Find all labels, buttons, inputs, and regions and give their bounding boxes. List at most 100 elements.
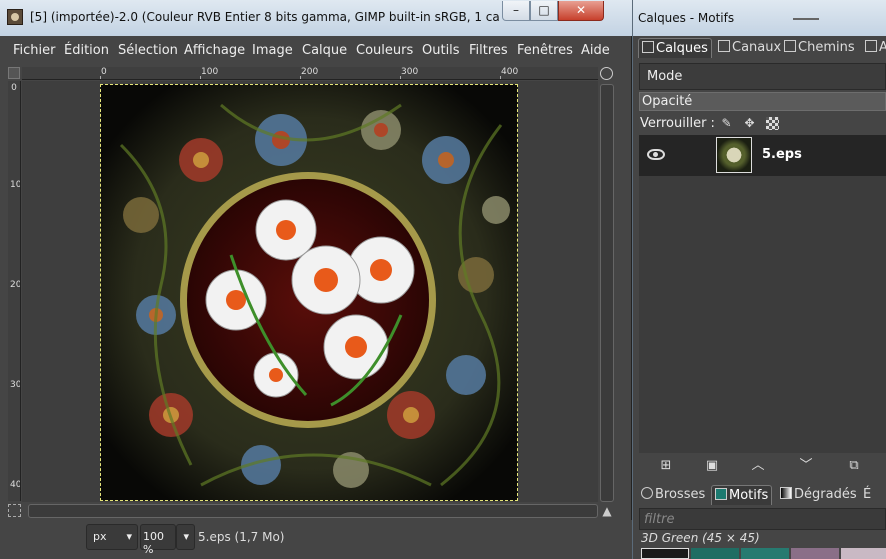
ruler-label: 200 <box>10 280 21 290</box>
canvas-area[interactable] <box>22 81 598 502</box>
menu-fichier[interactable]: Fichier <box>13 43 56 58</box>
ruler-label: 200 <box>301 67 319 77</box>
menu-calque[interactable]: Calque <box>302 43 347 58</box>
layers-icon <box>642 41 654 53</box>
horizontal-ruler[interactable]: 0 100 200 300 400 <box>22 67 598 80</box>
vertical-ruler[interactable]: 0 100 200 300 400 <box>8 81 21 501</box>
lock-pixels-icon[interactable]: ✎ <box>720 117 733 130</box>
tab-label: Au <box>879 40 886 55</box>
menu-affichage[interactable]: Affichage <box>184 43 245 58</box>
zoom-select[interactable]: 100 % <box>140 524 176 556</box>
pattern-swatch[interactable] <box>741 548 789 559</box>
pattern-swatch[interactable] <box>841 548 886 559</box>
image-window: [5] (importée)-2.0 (Couleur RVB Entier 8… <box>0 0 632 559</box>
mode-select[interactable]: Mode <box>639 63 886 90</box>
tab-chemins[interactable]: Chemins <box>781 38 858 58</box>
lock-position-icon[interactable]: ✥ <box>743 117 756 130</box>
ruler-corner-button[interactable] <box>8 67 20 79</box>
horizontal-scrollbar[interactable] <box>28 504 598 518</box>
ruler-label: 100 <box>201 67 219 77</box>
minimize-button[interactable]: – <box>502 1 530 21</box>
image-canvas[interactable] <box>100 84 518 501</box>
layer-thumbnail <box>716 137 752 173</box>
duplicate-layer-icon[interactable]: ⧉ <box>845 457 863 475</box>
tab-label: Dégradés <box>794 487 857 502</box>
pattern-icon <box>715 488 727 500</box>
menu-couleurs[interactable]: Couleurs <box>356 43 413 58</box>
layers-dock: Calques - Motifs Calques Canaux Chemins … <box>633 0 886 559</box>
menu-selection[interactable]: Sélection <box>118 43 178 58</box>
pattern-swatch[interactable] <box>791 548 839 559</box>
pattern-swatch[interactable] <box>691 548 739 559</box>
tab-label: Chemins <box>798 40 855 55</box>
tab-more[interactable]: Au <box>862 38 886 58</box>
maximize-button[interactable]: □ <box>530 1 558 21</box>
layer-toolbar: ⊞ ▣ ︿ ﹀ ⧉ <box>639 455 886 479</box>
layer-name[interactable]: 5.eps <box>762 147 802 162</box>
tab-calques[interactable]: Calques <box>638 38 712 58</box>
close-button[interactable]: ✕ <box>558 1 604 21</box>
menu-aide[interactable]: Aide <box>581 43 610 58</box>
new-layer-group-icon[interactable]: ▣ <box>703 457 721 475</box>
tab-motifs[interactable]: Motifs <box>711 485 773 505</box>
lock-label: Verrouiller : <box>640 116 715 131</box>
lock-row: Verrouiller : ✎ ✥ <box>640 115 886 133</box>
title-bar[interactable]: [5] (importée)-2.0 (Couleur RVB Entier 8… <box>0 0 632 36</box>
opacity-slider[interactable]: Opacité <box>639 92 886 111</box>
minimize-button[interactable] <box>793 4 819 20</box>
chevron-down-icon: ▾ <box>126 530 132 543</box>
lock-alpha-icon[interactable] <box>766 117 779 130</box>
menu-filtres[interactable]: Filtres <box>469 43 508 58</box>
tab-label: Canaux <box>732 40 782 55</box>
zoom-icon[interactable] <box>600 67 613 80</box>
new-layer-icon[interactable]: ⊞ <box>657 457 675 475</box>
tab-label: Brosses <box>655 487 706 502</box>
opacity-label: Opacité <box>642 94 693 109</box>
menu-bar: Fichier Édition Sélection Affichage Imag… <box>0 40 632 62</box>
gradient-icon <box>780 487 792 499</box>
dock-title-bar[interactable]: Calques - Motifs <box>633 0 886 36</box>
channels-icon <box>718 40 730 52</box>
menu-fenetres[interactable]: Fenêtres <box>517 43 573 58</box>
eye-icon[interactable] <box>647 149 665 160</box>
gimp-app-icon <box>7 9 23 25</box>
layer-list[interactable]: 5.eps <box>639 135 886 453</box>
raise-layer-icon[interactable]: ︿ <box>749 457 767 475</box>
ruler-label: 400 <box>501 67 519 77</box>
tab-label: É <box>863 487 872 502</box>
window-title: [5] (importée)-2.0 (Couleur RVB Entier 8… <box>30 10 500 24</box>
tab-more-bottom[interactable]: É <box>860 485 874 505</box>
filter-input[interactable]: filtre <box>639 508 886 530</box>
status-message: 5.eps (1,7 Mo) <box>198 530 285 544</box>
tab-label: Calques <box>656 41 708 56</box>
quick-mask-toggle[interactable] <box>8 504 21 517</box>
zoom-dropdown-button[interactable]: ▾ <box>176 524 195 550</box>
tab-canaux[interactable]: Canaux <box>715 38 784 58</box>
menu-edition[interactable]: Édition <box>64 43 109 58</box>
ruler-label: 400 <box>10 480 21 490</box>
tab-degrades[interactable]: Dégradés <box>777 485 860 505</box>
ruler-label: 300 <box>401 67 419 77</box>
tab-brosses[interactable]: Brosses <box>638 485 708 505</box>
menu-outils[interactable]: Outils <box>422 43 460 58</box>
layer-row[interactable]: 5.eps <box>639 135 886 176</box>
ruler-label: 300 <box>10 380 21 390</box>
filter-placeholder: filtre <box>644 512 675 527</box>
vertical-scrollbar[interactable] <box>600 84 614 502</box>
unit-select[interactable]: px ▾ <box>86 524 138 550</box>
paths-icon <box>784 40 796 52</box>
pattern-swatch[interactable] <box>641 548 689 559</box>
menu-image[interactable]: Image <box>252 43 293 58</box>
zoom-value: 100 % <box>143 530 164 556</box>
ruler-label: 0 <box>11 83 17 93</box>
status-bar: px ▾ 100 % ▾ 5.eps (1,7 Mo) <box>0 520 632 559</box>
dock-tabs-bottom: Brosses Motifs Dégradés É <box>638 485 886 505</box>
ruler-label: 0 <box>101 67 107 77</box>
floral-artwork <box>101 85 517 500</box>
undo-icon <box>865 40 877 52</box>
brush-icon <box>641 487 653 499</box>
pattern-name: 3D Green (45 × 45) <box>641 531 760 545</box>
lower-layer-icon[interactable]: ﹀ <box>797 457 815 475</box>
dock-tabs: Calques Canaux Chemins Au <box>638 38 886 58</box>
navigate-icon[interactable]: ▲ <box>600 504 614 518</box>
